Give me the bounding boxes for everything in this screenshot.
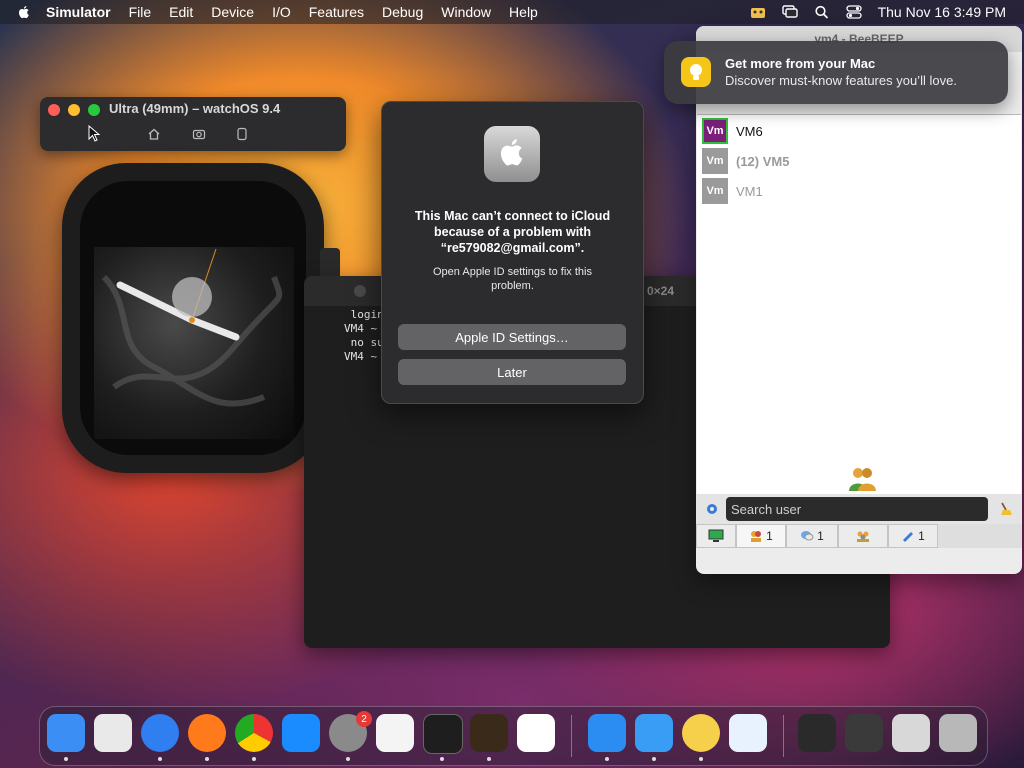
menu-debug[interactable]: Debug (382, 4, 423, 20)
minimize-window-button[interactable] (68, 104, 80, 116)
safari-icon[interactable] (141, 714, 179, 752)
users-icon (751, 531, 762, 542)
apple-logo-icon (484, 126, 540, 182)
beebeep-icon[interactable] (682, 714, 720, 752)
alert-message: Open Apple ID settings to fix this probl… (433, 266, 592, 292)
xcode-icon[interactable] (588, 714, 626, 752)
menu-bar: Simulator File Edit Device I/O Features … (0, 0, 1024, 24)
apple-watch-device (62, 163, 340, 473)
user-list: Vm VM6 Vm (12) VM5 Vm VM1 (697, 114, 1021, 495)
users-group-icon (849, 468, 876, 491)
notification-subtitle: Discover must-know features you’ll love. (725, 73, 957, 88)
close-window-button[interactable] (48, 104, 60, 116)
zoom-window-button[interactable] (88, 104, 100, 116)
notification-title: Get more from your Mac (725, 56, 876, 71)
alert-title: This Mac can’t connect to iCloud because… (414, 209, 611, 255)
tips-notification[interactable]: Get more from your Mac Discover must-kno… (664, 41, 1008, 104)
beebeep-window: vm4 - BeeBEEP Vm VM6 Vm (12) VM5 Vm VM1 … (696, 26, 1022, 574)
tab-shares[interactable]: 1 (888, 524, 938, 548)
user-avatar: Vm (702, 148, 728, 174)
icloud-alert-dialog: This Mac can’t connect to iCloud because… (381, 101, 644, 404)
spotlight-search-icon[interactable] (814, 5, 830, 19)
minimized-window-icon[interactable] (798, 714, 836, 752)
beebeep-status-icon[interactable] (750, 5, 766, 19)
home-icon[interactable] (147, 127, 161, 141)
user-name: VM1 (736, 183, 763, 199)
tab-users[interactable]: 1 (736, 524, 786, 548)
app-store-icon[interactable] (282, 714, 320, 752)
terminal-size-label: 0×24 (646, 284, 674, 298)
menu-features[interactable]: Features (309, 4, 364, 20)
control-center-icon[interactable] (845, 5, 862, 19)
user-row-vm1[interactable]: Vm VM1 (702, 177, 763, 205)
menu-io[interactable]: I/O (272, 4, 291, 20)
simulator-icon[interactable] (635, 714, 673, 752)
apple-menu-icon[interactable] (16, 4, 32, 20)
user-row-vm5[interactable]: Vm (12) VM5 (702, 147, 789, 175)
finder-icon[interactable] (47, 714, 85, 752)
tab-groups[interactable] (838, 524, 888, 548)
menu-window[interactable]: Window (441, 4, 491, 20)
menu-device[interactable]: Device (211, 4, 254, 20)
watch-face-clock-icon (101, 248, 283, 407)
minimized-window-icon[interactable] (845, 714, 883, 752)
instruments-icon[interactable] (470, 714, 508, 752)
vscode-icon[interactable] (517, 714, 555, 752)
search-user-input[interactable]: Search user (726, 497, 988, 521)
user-avatar: Vm (702, 178, 728, 204)
firefox-icon[interactable] (188, 714, 226, 752)
user-row-vm6[interactable]: Vm VM6 (702, 117, 763, 145)
user-avatar: Vm (702, 118, 728, 144)
mouse-cursor-icon (88, 125, 100, 142)
user-name: (12) VM5 (736, 153, 790, 169)
minimized-window-icon[interactable] (892, 714, 930, 752)
monitor-icon (708, 529, 724, 542)
tab-chats-count: 1 (817, 529, 824, 543)
testflight-icon[interactable] (729, 714, 767, 752)
screenshot-camera-icon[interactable] (192, 127, 206, 141)
clear-search-broom-icon[interactable] (998, 501, 1014, 517)
file-share-icon (903, 532, 914, 542)
rotate-device-icon[interactable] (235, 127, 249, 141)
tab-shares-count: 1 (918, 529, 925, 543)
search-bar: Search user (696, 494, 1022, 524)
menu-edit[interactable]: Edit (169, 4, 193, 20)
plugins-icon[interactable] (704, 501, 720, 517)
trash-icon[interactable] (939, 714, 977, 752)
watch-screen[interactable] (94, 247, 294, 439)
terminal-icon[interactable] (423, 714, 463, 754)
launchpad-icon[interactable] (94, 714, 132, 752)
beebeep-tab-bar: 1 1 1 (696, 524, 1022, 548)
chrome-icon[interactable] (235, 714, 273, 752)
screen-mirroring-icon[interactable] (781, 5, 798, 19)
menu-file[interactable]: File (129, 4, 152, 20)
chat-bubbles-icon (801, 531, 814, 541)
simulator-window-title: Ultra (49mm) – watchOS 9.4 (109, 101, 281, 116)
lightbulb-icon (681, 57, 711, 87)
menu-clock[interactable]: Thu Nov 16 3:49 PM (878, 4, 1006, 20)
apple-id-settings-button[interactable]: Apple ID Settings… (398, 324, 626, 350)
settings-badge: 2 (356, 711, 372, 727)
tab-home[interactable] (696, 524, 736, 548)
user-name: VM6 (736, 123, 763, 139)
later-button[interactable]: Later (398, 359, 626, 385)
tab-users-count: 1 (766, 529, 773, 543)
menu-help[interactable]: Help (509, 4, 538, 20)
tab-chats[interactable]: 1 (786, 524, 838, 548)
groups-icon (857, 531, 869, 542)
dock: 2 (39, 706, 988, 766)
textedit-icon[interactable] (376, 714, 414, 752)
menu-app-name[interactable]: Simulator (46, 4, 111, 20)
simulator-toolbar-window: Ultra (49mm) – watchOS 9.4 (40, 97, 346, 151)
